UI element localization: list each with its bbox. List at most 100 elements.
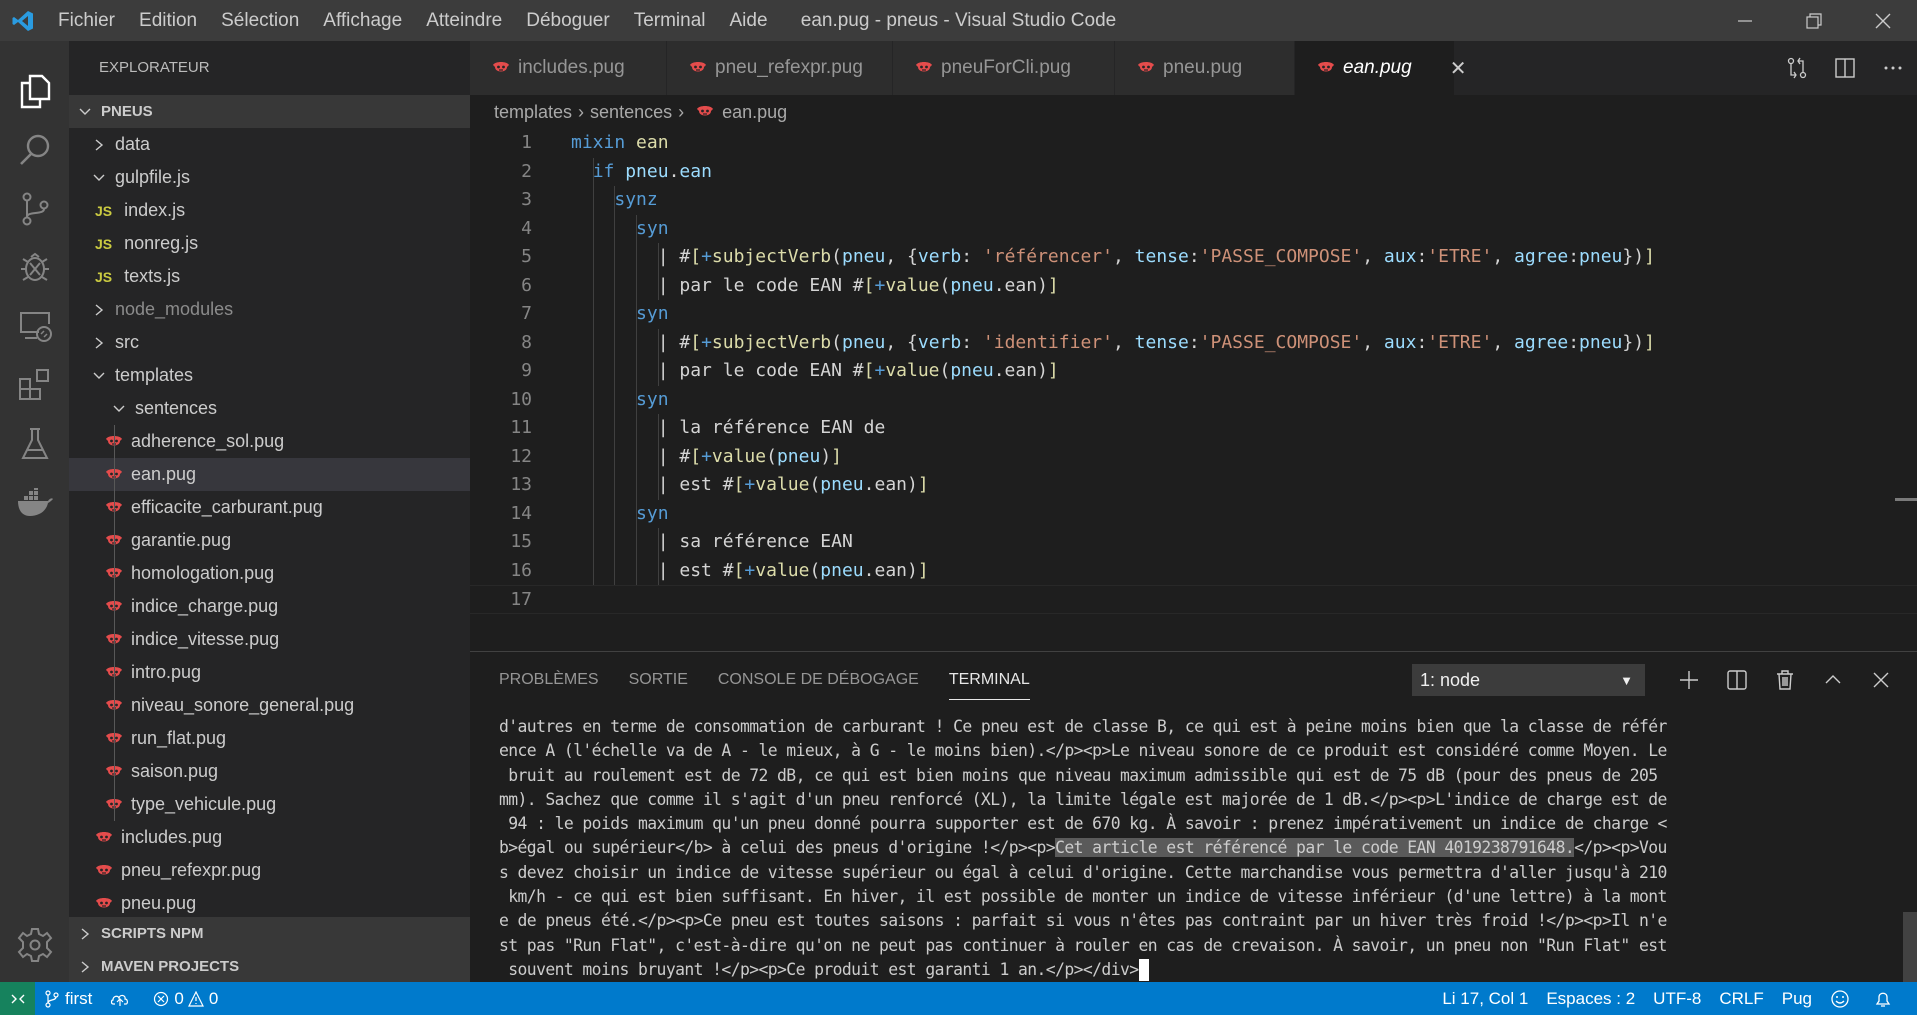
tree-item[interactable]: JS nonreg.js [69,227,470,260]
editor-tab[interactable]: pneuForCli.pug [893,41,1115,95]
pug-file-icon [689,61,707,75]
remote-indicator[interactable] [0,982,35,1015]
panel-tab-terminal[interactable]: TERMINAL [948,652,1030,708]
panel-actions [1665,664,1905,696]
tree-item[interactable]: src [69,326,470,359]
line-ending[interactable]: CRLF [1710,982,1772,1015]
code-text: | par le code EAN #[+value(pneu.ean)] [657,274,1059,296]
remote-explorer-icon[interactable] [0,296,69,356]
encoding[interactable]: UTF-8 [1644,982,1710,1015]
notifications-button[interactable] [1864,982,1907,1015]
tree-item[interactable]: intro.pug [69,656,470,689]
terminal-scrollbar[interactable] [1903,912,1917,982]
tree-item[interactable]: pneu.pug [69,887,470,920]
menu-fichier[interactable]: Fichier [46,0,127,41]
open-changes-button[interactable] [1773,57,1821,79]
more-actions-button[interactable] [1869,57,1917,79]
tree-item[interactable]: niveau_sonore_general.pug [69,689,470,722]
scripts-npm-section[interactable]: SCRIPTS NPM [69,917,470,950]
close-tab-icon[interactable]: ✕ [1450,56,1467,81]
tree-item[interactable]: indice_charge.pug [69,590,470,623]
branch-indicator[interactable]: first [35,982,101,1015]
breadcrumb-templates[interactable]: templates [494,102,572,123]
tree-item[interactable]: JS index.js [69,194,470,227]
code-editor[interactable]: 1 mixin ean 2 if pneu.ean 3 synz 4 syn 5 | #[… [470,129,1917,649]
tree-item[interactable]: node_modules [69,293,470,326]
maximize-panel-button[interactable] [1809,669,1857,691]
breadcrumb-file[interactable]: ean.pug [722,102,787,123]
source-control-icon[interactable] [0,179,69,239]
indentation[interactable]: Espaces : 2 [1537,982,1644,1015]
menu-terminal[interactable]: Terminal [622,0,718,41]
editor-tab[interactable]: pneu_refexpr.pug [667,41,893,95]
menu-deboguer[interactable]: Déboguer [514,0,621,41]
menu-affichage[interactable]: Affichage [311,0,414,41]
tree-item[interactable]: pneu_refexpr.pug [69,854,470,887]
menu-edition[interactable]: Edition [127,0,209,41]
breadcrumb-sentences[interactable]: sentences [590,102,672,123]
menu-atteindre[interactable]: Atteindre [414,0,514,41]
tree-item[interactable]: indice_vitesse.pug [69,623,470,656]
line-number: 13 [510,474,532,495]
bell-icon [1875,992,1891,1007]
tree-item[interactable]: JS texts.js [69,260,470,293]
panel-tab-problems[interactable]: PROBLÈMES [499,652,599,708]
docker-icon[interactable] [0,473,69,533]
tree-item[interactable]: templates [69,359,470,392]
code-line: 6 | par le code EAN #[+value(pneu.ean)] [470,272,1917,301]
tree-item[interactable]: gulpfile.js [69,161,470,194]
tab-label: ean.pug [1343,57,1412,78]
tree-item[interactable]: sentences [69,392,470,425]
debug-icon[interactable] [0,237,69,297]
split-editor-button[interactable] [1821,57,1869,79]
editor-tab[interactable]: ean.pug ✕ [1295,41,1466,95]
tree-item[interactable]: ean.pug [69,458,470,491]
code-text: syn [636,388,669,410]
restore-button[interactable] [1779,0,1848,41]
cursor-position[interactable]: Li 17, Col 1 [1433,982,1537,1015]
tree-item[interactable]: data [69,128,470,161]
explorer-sidebar: EXPLORATEUR PNEUS data gulpfile.js JS index… [69,41,470,983]
extensions-icon[interactable] [0,355,69,415]
tree-item[interactable]: saison.pug [69,755,470,788]
kill-terminal-button[interactable] [1761,669,1809,691]
code-line: 17 [470,585,1917,614]
test-flask-icon[interactable] [0,414,69,474]
tree-item[interactable]: homologation.pug [69,557,470,590]
explorer-icon[interactable] [0,61,69,121]
terminal-select[interactable]: 1: node ▼ [1412,664,1645,696]
close-window-button[interactable] [1848,0,1917,41]
language-mode[interactable]: Pug [1773,982,1821,1015]
pug-file-icon [492,61,510,75]
maven-projects-section[interactable]: MAVEN PROJECTS [69,950,470,983]
feedback-button[interactable] [1821,982,1864,1015]
code-text: syn [636,303,669,324]
tree-item[interactable]: adherence_sol.pug [69,425,470,458]
minimize-button[interactable] [1710,0,1779,41]
tree-item[interactable]: includes.pug [69,821,470,854]
panel-tab-debug-console[interactable]: CONSOLE DE DÉBOGAGE [718,652,919,708]
menu-aide[interactable]: Aide [718,0,780,41]
tree-item[interactable]: garantie.pug [69,524,470,557]
menu-selection[interactable]: Sélection [209,0,311,41]
tree-item-label: niveau_sonore_general.pug [131,695,355,715]
editor-tab[interactable]: includes.pug [470,41,667,95]
search-icon[interactable] [0,120,69,180]
tree-item[interactable]: type_vehicule.pug [69,788,470,821]
settings-gear-icon[interactable] [0,915,69,975]
tree-item-label: ean.pug [131,464,197,484]
problems-indicator[interactable]: 0 0 [144,982,227,1015]
indent-guide [114,590,115,623]
editor-tab[interactable]: pneu.pug [1115,41,1295,95]
tree-item[interactable]: run_flat.pug [69,722,470,755]
panel-tab-output[interactable]: SORTIE [629,652,688,708]
error-count: 0 [174,988,184,1008]
sync-button[interactable] [101,982,144,1015]
workspace-root-header[interactable]: PNEUS [69,95,470,128]
terminal-output[interactable]: d'autres en terme de consommation de car… [499,715,1899,982]
close-panel-button[interactable] [1857,669,1905,691]
new-terminal-button[interactable] [1665,669,1713,691]
split-terminal-button[interactable] [1713,669,1761,691]
tree-item[interactable]: efficacite_carburant.pug [69,491,470,524]
indent-guide [114,656,115,689]
